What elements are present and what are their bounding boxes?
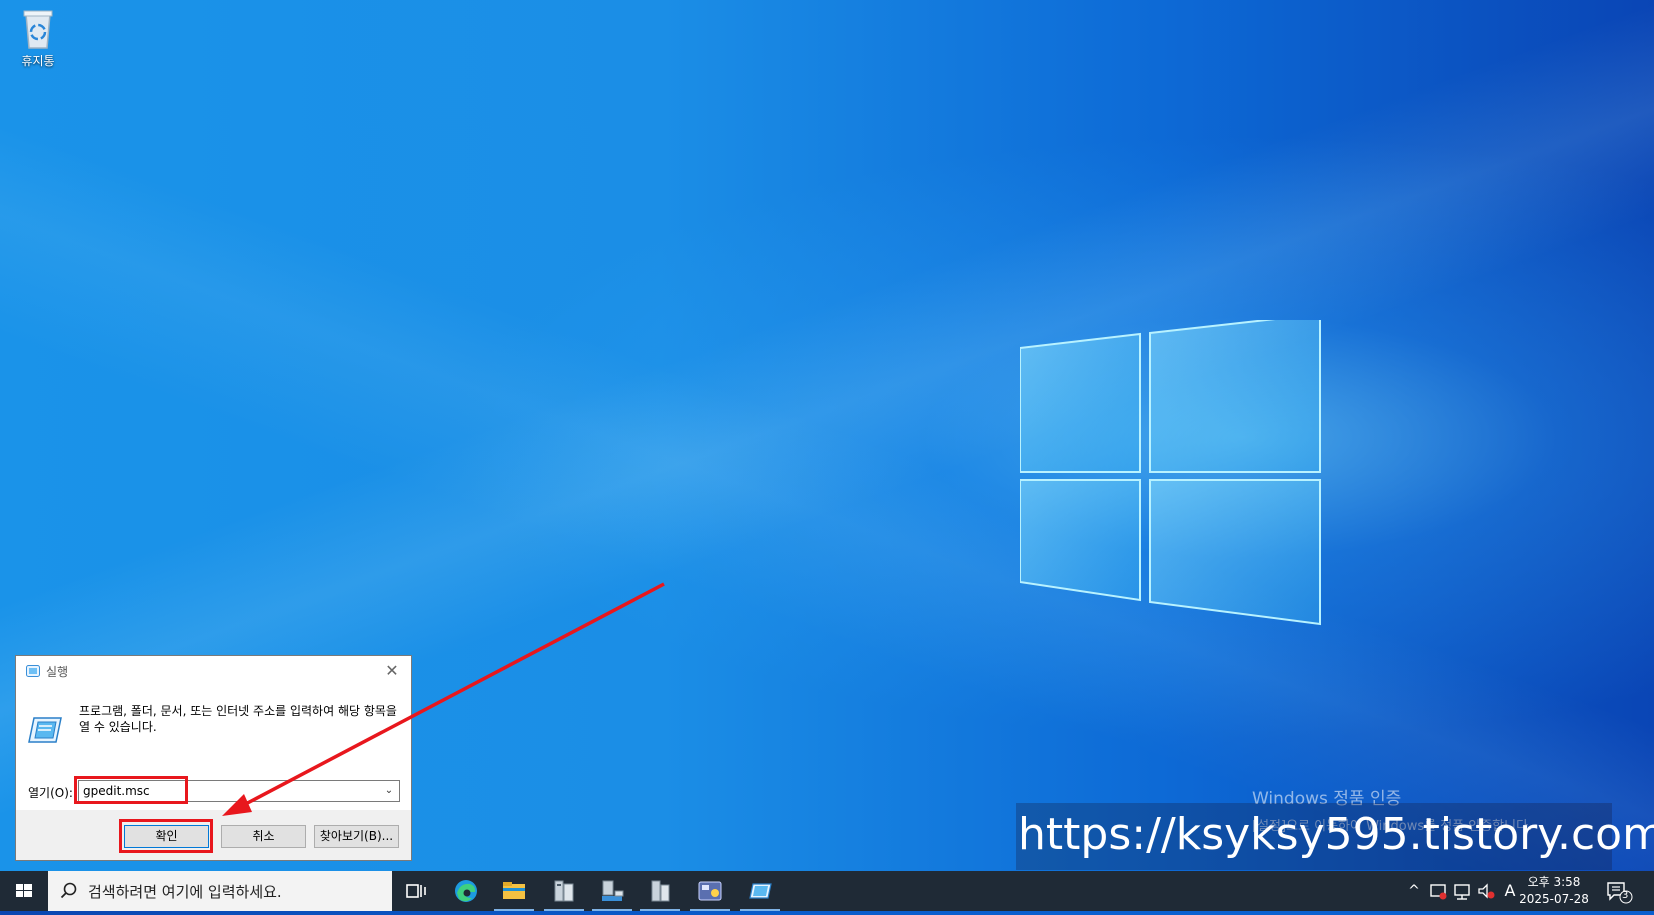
close-icon: ✕ xyxy=(385,661,399,680)
run-title: 실행 xyxy=(46,665,69,679)
run-program-icon xyxy=(28,717,62,743)
notification-icon xyxy=(1607,882,1633,904)
run-icon xyxy=(26,665,40,677)
open-label: 열기(O): xyxy=(28,786,73,800)
browse-button[interactable]: 찾아보기(B)... xyxy=(314,825,399,848)
cancel-button[interactable]: 취소 xyxy=(221,825,306,848)
admin-tools-icon xyxy=(698,881,722,901)
run-description: 프로그램, 폴더, 문서, 또는 인터넷 주소를 입력하여 해당 항목을 열 수… xyxy=(79,704,397,734)
taskbar-edge[interactable] xyxy=(442,871,490,911)
search-icon xyxy=(60,882,77,899)
taskbar-run[interactable] xyxy=(736,871,784,911)
volume-muted-icon[interactable] xyxy=(1476,881,1496,901)
taskbar-network[interactable] xyxy=(588,871,636,911)
input-indicator[interactable]: A xyxy=(1500,881,1520,901)
close-button[interactable]: ✕ xyxy=(379,659,405,683)
run-body: 프로그램, 폴더, 문서, 또는 인터넷 주소를 입력하여 해당 항목을 열 수… xyxy=(16,686,411,812)
desktop-icon-recycle-bin[interactable]: 휴지통 xyxy=(10,6,66,69)
run-footer: 확인 취소 찾아보기(B)... xyxy=(16,810,411,860)
clock-date: 2025-07-28 xyxy=(1519,892,1589,906)
run-titlebar[interactable]: 실행 ✕ xyxy=(16,656,411,686)
taskbar-file-explorer[interactable] xyxy=(490,871,538,911)
security-warning-icon[interactable] xyxy=(1428,881,1448,901)
taskbar-search-box[interactable]: 검색하려면 여기에 입력하세요. xyxy=(48,871,392,911)
windows-start-icon xyxy=(16,884,32,897)
server-icon xyxy=(651,880,670,902)
chevron-down-icon[interactable]: ⌄ xyxy=(381,783,397,799)
taskbar-server[interactable] xyxy=(636,871,684,911)
recycle-bin-label: 휴지통 xyxy=(21,54,55,68)
run-dialog: 실행 ✕ 프로그램, 폴더, 문서, 또는 인터넷 주소를 입력하여 해당 항목… xyxy=(15,655,412,861)
blog-url-overlay: https://ksyksy595.tistory.com xyxy=(1016,803,1654,870)
taskbar-server-manager[interactable] xyxy=(540,871,588,911)
taskbar-clock[interactable]: 오후 3:58 2025-07-28 xyxy=(1518,874,1590,908)
recycle-bin-icon xyxy=(18,6,58,50)
run-icon xyxy=(749,883,772,899)
file-explorer-icon xyxy=(503,882,525,899)
start-button[interactable] xyxy=(0,871,48,911)
taskbar-admin-tools[interactable] xyxy=(686,871,734,911)
taskbar: 검색하려면 여기에 입력하세요. ^ A 오후 3:58 2025-07-28 … xyxy=(0,871,1654,911)
network-icon xyxy=(602,880,624,901)
ok-button[interactable]: 확인 xyxy=(124,825,209,848)
open-input[interactable] xyxy=(83,782,363,800)
notification-center-button[interactable]: 3 xyxy=(1604,879,1634,905)
notification-count-badge: 3 xyxy=(1622,890,1629,901)
task-view-icon xyxy=(406,884,426,898)
server-manager-icon xyxy=(554,880,574,902)
open-combobox[interactable]: ⌄ xyxy=(78,780,400,802)
network-tray-icon[interactable] xyxy=(1452,881,1472,901)
task-view-button[interactable] xyxy=(392,871,440,911)
chevron-up-icon[interactable]: ^ xyxy=(1404,881,1424,901)
clock-time: 오후 3:58 xyxy=(1527,875,1581,889)
search-placeholder: 검색하려면 여기에 입력하세요. xyxy=(88,883,282,901)
windows-logo-wallpaper xyxy=(1020,320,1321,626)
edge-icon xyxy=(455,880,477,902)
